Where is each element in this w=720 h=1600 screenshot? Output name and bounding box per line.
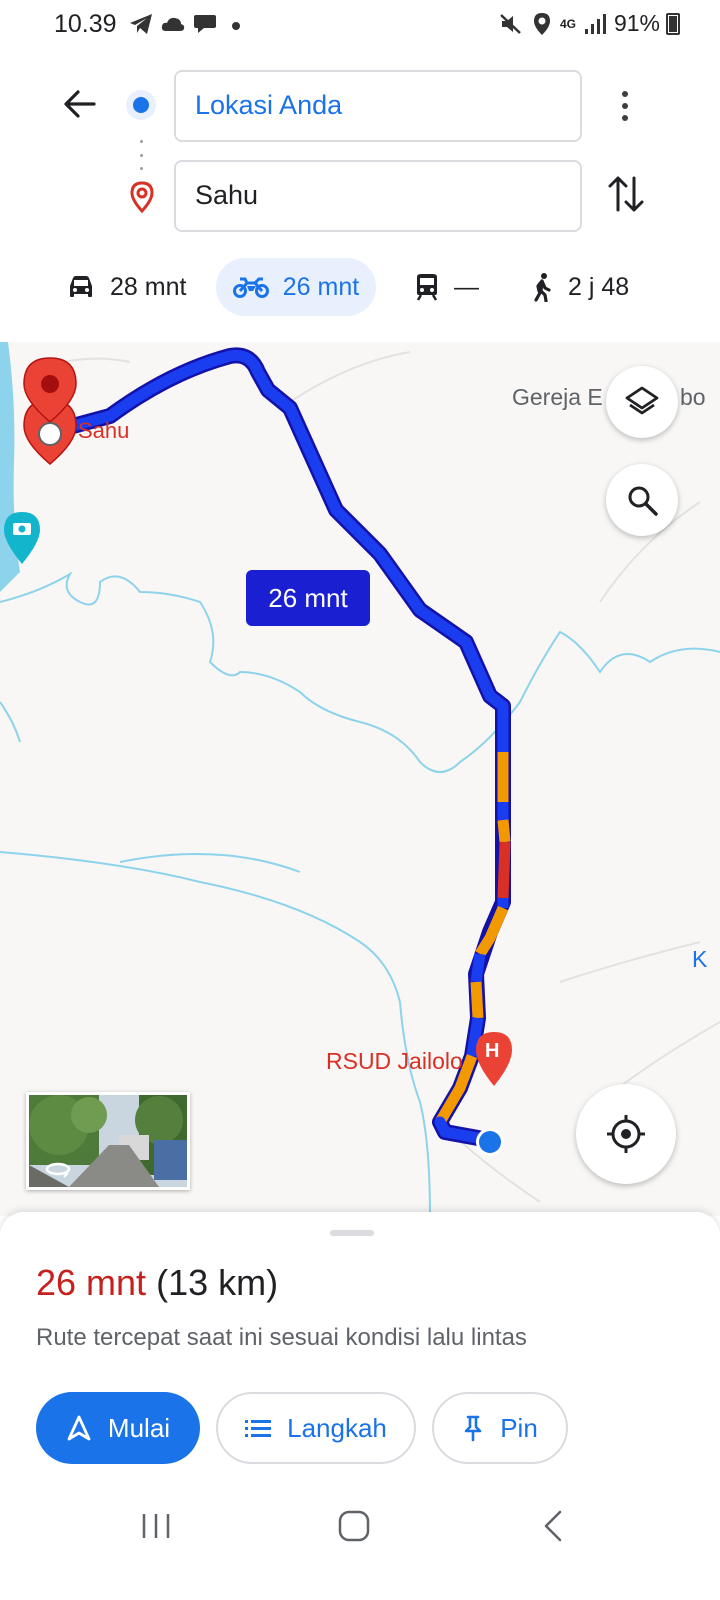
origin-dot-icon (126, 90, 156, 120)
route-summary: 26 mnt (13 km) (36, 1262, 278, 1304)
chat-icon (194, 15, 216, 33)
status-bar: 10.39 4G 91% (0, 0, 720, 52)
map-label-gereja[interactable]: Gereja E (512, 384, 603, 411)
map-view[interactable]: Gereja E bo K Sahu RSUD Jailolo H 26 mnt (0, 342, 720, 1216)
mute-icon (500, 13, 521, 34)
cloud-icon (161, 17, 185, 31)
layers-icon (625, 386, 659, 415)
search-icon (628, 486, 658, 516)
location-icon (533, 12, 550, 35)
mode-tab-car[interactable]: 28 mnt (66, 258, 186, 316)
map-label-gereja-tail: bo (680, 384, 706, 410)
route-connector-dots (140, 140, 144, 170)
recent-apps-icon[interactable] (136, 1506, 176, 1546)
directions-header: Lokasi Anda Sahu 28 mnt 26 mnt — 2 j 48 (0, 52, 720, 342)
signal-icon (584, 13, 606, 34)
home-icon[interactable] (334, 1506, 374, 1546)
dot-icon (232, 22, 240, 30)
map-label-sahu[interactable]: Sahu (78, 418, 129, 444)
route-distance: (13 km) (156, 1262, 279, 1303)
steps-button[interactable]: Langkah (216, 1392, 416, 1464)
crosshair-icon (607, 1115, 645, 1153)
mode-walk-label: 2 j 48 (568, 272, 630, 301)
status-notification-icons (128, 12, 244, 36)
status-time: 10.39 (54, 10, 117, 38)
travel-mode-tabs: 28 mnt 26 mnt — 2 j 48 (0, 254, 720, 318)
search-along-route-button[interactable] (606, 464, 678, 536)
transit-icon (416, 274, 438, 301)
map-label-rsud-jailolo[interactable]: RSUD Jailolo (326, 1048, 463, 1075)
walk-icon (534, 273, 551, 302)
navigation-arrow-icon (67, 1415, 91, 1441)
battery-level: 91% (613, 10, 660, 36)
hospital-letter: H (485, 1040, 500, 1062)
rotate-360-icon (45, 1162, 71, 1178)
destination-pin-icon (130, 181, 154, 214)
pin-icon (464, 1415, 482, 1442)
destination-marker-icon[interactable] (23, 357, 77, 465)
route-segment-jam (497, 841, 511, 899)
pin-button-label: Pin (500, 1412, 538, 1443)
route-duration: 26 mnt (36, 1262, 147, 1303)
map-label-k: K (692, 946, 708, 972)
status-system-icons: 4G 91% (498, 10, 660, 37)
car-icon (70, 276, 92, 297)
route-eta-label: 26 mnt (268, 582, 348, 613)
route-description: Rute tercepat saat ini sesuai kondisi la… (36, 1324, 527, 1351)
system-nav-bar (0, 1490, 720, 1560)
list-icon (245, 1420, 272, 1437)
start-button-label: Mulai (107, 1412, 171, 1443)
sheet-drag-handle[interactable] (330, 1230, 374, 1236)
mode-car-label: 28 mnt (110, 272, 187, 301)
steps-button-label: Langkah (287, 1412, 387, 1443)
route-segment-slow (470, 981, 484, 1019)
pin-button[interactable]: Pin (432, 1392, 568, 1464)
mode-tab-transit[interactable]: — (414, 258, 479, 316)
more-options-button[interactable] (610, 84, 640, 128)
current-location-dot-icon (476, 1128, 504, 1156)
origin-input[interactable]: Lokasi Anda (174, 70, 582, 142)
layers-button[interactable] (606, 366, 678, 438)
street-view-thumbnail[interactable] (26, 1092, 190, 1190)
destination-input[interactable]: Sahu (174, 160, 582, 232)
mode-motorcycle-label: 26 mnt (282, 272, 360, 301)
route-casing (50, 347, 511, 1150)
swap-directions-button[interactable] (606, 172, 646, 216)
route-segment-free (470, 953, 486, 983)
battery-icon (666, 13, 680, 35)
route-eta-bubble[interactable]: 26 mnt (246, 570, 370, 626)
back-nav-icon[interactable] (534, 1506, 574, 1546)
mode-tab-motorcycle[interactable]: 26 mnt (216, 258, 376, 316)
back-button[interactable] (58, 82, 102, 126)
network-type: 4G (559, 16, 576, 31)
route-segment-slow (497, 819, 511, 843)
my-location-button[interactable] (576, 1084, 676, 1184)
telegram-icon (130, 14, 152, 34)
mode-transit-label: — (454, 272, 479, 301)
start-button[interactable]: Mulai (36, 1392, 200, 1464)
mode-tab-walk[interactable]: 2 j 48 (530, 258, 629, 316)
motorcycle-icon (232, 277, 269, 298)
